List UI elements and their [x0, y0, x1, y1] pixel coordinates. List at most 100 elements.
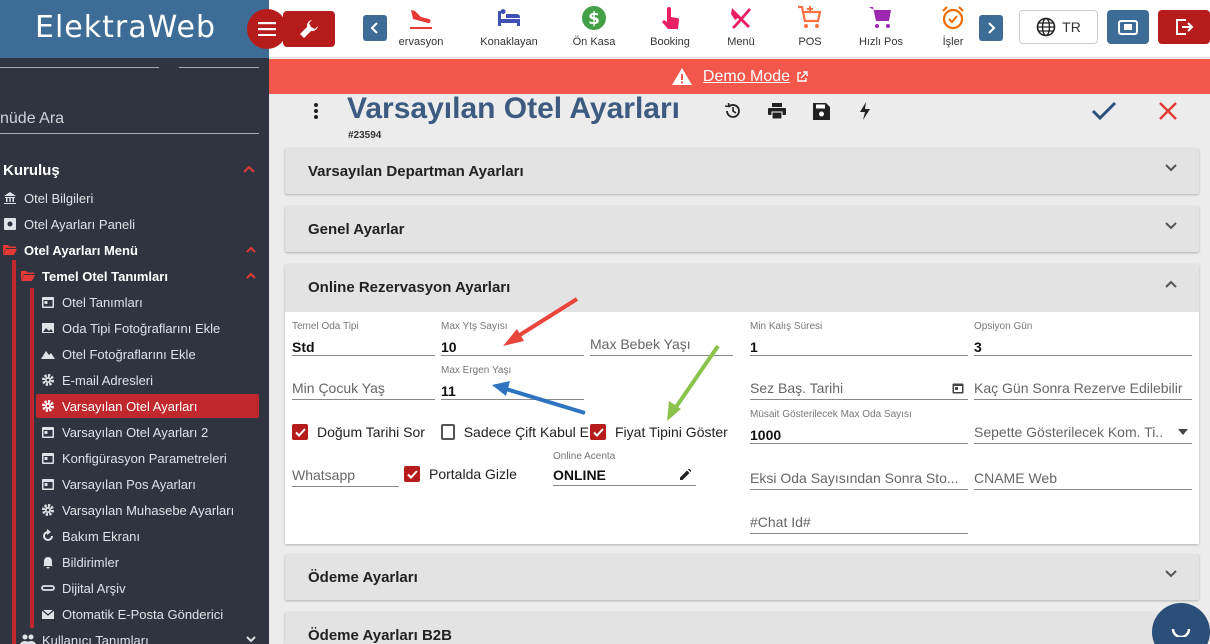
- checkbox-box[interactable]: [441, 424, 455, 440]
- quick-action-button[interactable]: [854, 100, 876, 122]
- field-label: Min Kalış Süresi: [750, 321, 823, 332]
- panel-title: Online Rezervasyon Ayarları: [308, 278, 511, 296]
- sidebar-item-varsayilan-otel-ayarlari[interactable]: Varsayılan Otel Ayarları: [36, 394, 259, 418]
- chevron-up-icon[interactable]: [243, 165, 255, 173]
- chevron-left-icon: [370, 22, 378, 34]
- cname-web-field[interactable]: CNAME Web: [974, 455, 1192, 490]
- max-bebek-yasi-field[interactable]: Max Bebek Yaşı: [590, 321, 733, 356]
- demo-mode-banner: Demo Mode: [269, 59, 1210, 94]
- save-button[interactable]: [810, 100, 832, 122]
- sidebar-item-varsayilan-pos[interactable]: Varsayılan Pos Ayarları: [40, 472, 196, 496]
- modules-next-button[interactable]: [979, 15, 1003, 41]
- online-acenta-field[interactable]: Online Acenta ONLINE: [553, 451, 696, 486]
- folder-open-icon: [2, 242, 18, 258]
- temel-oda-tipi-field[interactable]: Temel Oda Tipi Std: [292, 321, 435, 356]
- chevron-up-icon[interactable]: [246, 272, 256, 279]
- checkbox-box[interactable]: [590, 424, 606, 440]
- field-value: 10: [441, 339, 457, 355]
- more-options-button[interactable]: [306, 101, 326, 121]
- cash-register-button[interactable]: [1107, 10, 1149, 44]
- panel-header[interactable]: Online Rezervasyon Ayarları: [285, 264, 1199, 310]
- min-cocuk-yas-field[interactable]: Min Çocuk Yaş: [292, 365, 435, 400]
- menu-search-input[interactable]: nüde Ara: [0, 104, 259, 134]
- module-pos[interactable]: POS: [774, 4, 846, 48]
- chat-id-field[interactable]: #Chat Id#: [750, 499, 968, 534]
- field-value: ONLINE: [553, 467, 606, 483]
- checkbox-box[interactable]: [404, 466, 420, 482]
- calendar-icon[interactable]: [952, 382, 964, 394]
- panel-header[interactable]: Genel Ayarlar: [285, 206, 1199, 252]
- confirm-button[interactable]: [1090, 97, 1118, 125]
- module-on-kasa[interactable]: $ Ön Kasa: [558, 4, 630, 48]
- calendar-icon: [40, 476, 56, 492]
- eksi-oda-field[interactable]: Eksi Oda Sayısından Sonra Sto...: [750, 455, 968, 490]
- cutlery-icon: [731, 8, 751, 29]
- sidebar-item-varsayilan-muhasebe[interactable]: Varsayılan Muhasebe Ayarları: [40, 498, 234, 522]
- sepette-kom-select[interactable]: Sepette Gösterilecek Kom. Ti...: [974, 409, 1192, 444]
- chevron-down-icon[interactable]: [246, 636, 256, 643]
- panel-header[interactable]: Varsayılan Departman Ayarları: [285, 148, 1199, 194]
- menu-toggle-button[interactable]: [247, 9, 287, 49]
- max-yts-sayisi-field[interactable]: Max Ytş Sayısı 10: [441, 321, 584, 356]
- module-hizli-pos[interactable]: Hızlı Pos: [845, 4, 917, 48]
- chevron-down-icon: [1165, 222, 1177, 230]
- panel-header[interactable]: Ödeme Ayarları: [285, 554, 1199, 600]
- module-label: Konaklayan: [480, 36, 538, 48]
- sidebar-item-kullanici-tanimlari[interactable]: Kullanıcı Tanımları: [20, 628, 149, 644]
- module-rezervasyon[interactable]: ervasyon: [385, 4, 457, 48]
- module-booking[interactable]: Booking: [634, 4, 706, 48]
- logout-button[interactable]: [1158, 10, 1210, 44]
- modules-prev-button[interactable]: [363, 15, 387, 41]
- field-placeholder: Sez Baş. Tarihi: [750, 380, 844, 396]
- checkbox-box[interactable]: [292, 424, 308, 440]
- sidebar-item-konfigurasyon[interactable]: Konfigürasyon Parametreleri: [40, 446, 227, 470]
- sidebar-item-label: Dijital Arşiv: [62, 580, 126, 596]
- external-link-icon[interactable]: [796, 70, 808, 83]
- sidebar-item-dijital-arsiv[interactable]: Dijital Arşiv: [40, 576, 126, 600]
- app-logo[interactable]: ElektraWeb: [35, 10, 216, 45]
- sidebar-item-otomatik-eposta[interactable]: Otomatik E-Posta Gönderici: [40, 602, 223, 626]
- field-value: 3: [974, 339, 982, 355]
- module-menu[interactable]: Menü: [705, 4, 777, 48]
- musait-max-oda-field[interactable]: Müsait Gösterilecek Max Oda Sayısı 1000: [750, 409, 968, 444]
- language-selector[interactable]: TR: [1019, 10, 1098, 44]
- whatsapp-field[interactable]: Whatsapp: [292, 452, 399, 487]
- demo-mode-link[interactable]: Demo Mode: [703, 68, 790, 86]
- close-button[interactable]: [1155, 98, 1181, 124]
- module-konaklayan[interactable]: Konaklayan: [473, 4, 545, 48]
- module-label: Hızlı Pos: [858, 36, 903, 48]
- min-kalis-suresi-field[interactable]: Min Kalış Süresi 1: [750, 321, 968, 356]
- kac-gun-sonra-field[interactable]: Kaç Gün Sonra Rezerve Edilebilir: [974, 365, 1192, 400]
- sidebar-item-bildirimler[interactable]: Bildirimler: [40, 550, 119, 574]
- chevron-up-icon[interactable]: [246, 246, 256, 253]
- portalda-gizle-checkbox[interactable]: Portalda Gizle: [404, 466, 517, 482]
- sadece-cift-kabul-checkbox[interactable]: Sadece Çift Kabul E: [441, 424, 589, 440]
- history-button[interactable]: [722, 100, 744, 122]
- field-value: 1: [750, 339, 758, 355]
- sidebar-item-varsayilan-otel-ayarlari-2[interactable]: Varsayılan Otel Ayarları 2: [40, 420, 208, 444]
- panel-header[interactable]: Ödeme Ayarları B2B: [285, 612, 1199, 644]
- panel-odeme-ayarlari: Ödeme Ayarları: [285, 554, 1199, 600]
- sidebar-item-otel-foto[interactable]: Otel Fotoğraflarını Ekle: [40, 342, 196, 366]
- tools-button[interactable]: [283, 11, 335, 47]
- sidebar-item-email-adresleri[interactable]: E-mail Adresleri: [40, 368, 153, 392]
- touch-icon: [662, 7, 679, 29]
- sidebar-item-bakim-ekrani[interactable]: Bakım Ekranı: [40, 524, 140, 548]
- opsiyon-gun-field[interactable]: Opsiyon Gün 3: [974, 321, 1192, 356]
- chat-widget-button[interactable]: [1152, 603, 1210, 644]
- dogum-tarihi-sor-checkbox[interactable]: Doğum Tarihi Sor: [292, 424, 425, 440]
- field-placeholder: Max Bebek Yaşı: [590, 336, 691, 352]
- sidebar-item-otel-ayarlari-paneli[interactable]: Otel Ayarları Paneli: [2, 212, 135, 236]
- sidebar-item-temel-otel-tanimlari[interactable]: Temel Otel Tanımları: [20, 264, 168, 288]
- sidebar-item-otel-ayarlari-menu[interactable]: Otel Ayarları Menü: [2, 238, 138, 262]
- pencil-icon[interactable]: [680, 469, 691, 480]
- print-button[interactable]: [766, 100, 788, 122]
- sidebar-item-otel-tanimlari[interactable]: Otel Tanımları: [40, 290, 143, 314]
- section-kurulus[interactable]: Kuruluş: [3, 162, 60, 179]
- sez-bas-tarihi-field[interactable]: Sez Baş. Tarihi: [750, 365, 968, 400]
- max-ergen-yasi-field[interactable]: Max Ergen Yaşı 11: [441, 365, 584, 400]
- sidebar-item-oda-tipi-foto[interactable]: Oda Tipi Fotoğraflarını Ekle: [40, 316, 220, 340]
- sidebar-item-label: Bakım Ekranı: [62, 528, 141, 544]
- sidebar-item-otel-bilgileri[interactable]: Otel Bilgileri: [2, 186, 93, 210]
- fiyat-tipini-goster-checkbox[interactable]: Fiyat Tipini Göster: [590, 424, 728, 440]
